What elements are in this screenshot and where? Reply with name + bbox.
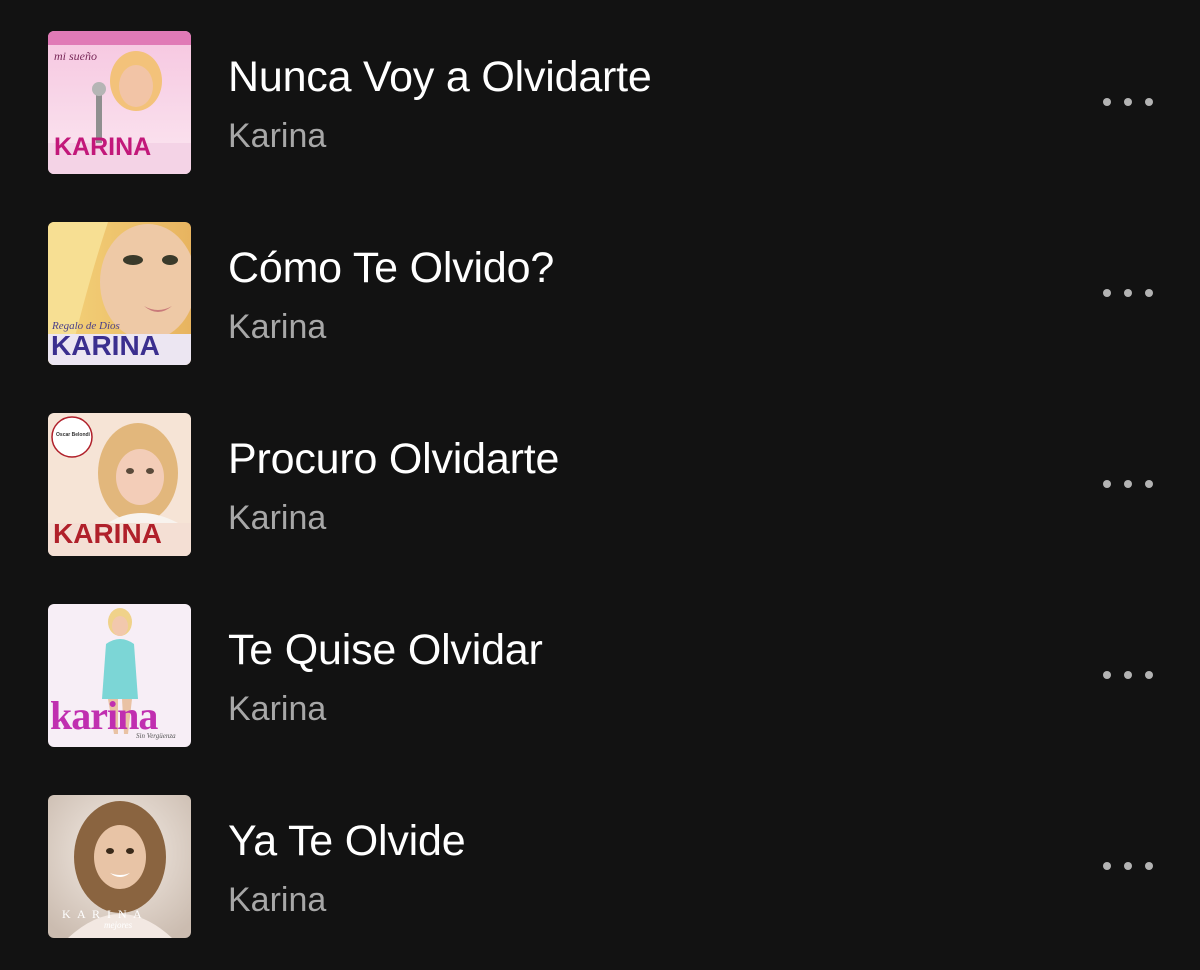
cover-name-text: KARINA	[54, 133, 152, 161]
track-title: Ya Te Olvide	[228, 817, 466, 865]
album-cover: K A R I N A mejores	[48, 795, 191, 938]
track-row[interactable]: Oscar Belondi KARINA Procuro Olvidarte K…	[0, 382, 1200, 573]
track-list: mi sueño KARINA Nunca Voy a Olvidarte Ka…	[0, 0, 1200, 970]
more-options-button[interactable]	[1092, 271, 1164, 315]
album-cover: Oscar Belondi KARINA	[48, 413, 191, 556]
cover-name-text: KARINA	[53, 518, 162, 549]
track-artist[interactable]: Karina	[228, 688, 326, 730]
more-options-button[interactable]	[1092, 653, 1164, 697]
more-horizontal-icon	[1103, 671, 1153, 679]
more-options-button[interactable]	[1092, 844, 1164, 888]
more-horizontal-icon	[1103, 289, 1153, 297]
cover-name-text: KARINA	[51, 330, 160, 361]
more-horizontal-icon	[1103, 480, 1153, 488]
track-row[interactable]: mi sueño KARINA Nunca Voy a Olvidarte Ka…	[0, 0, 1200, 191]
album-cover: mi sueño KARINA	[48, 31, 191, 174]
album-cover: karina Sin Vergüenza	[48, 604, 191, 747]
track-artist[interactable]: Karina	[228, 115, 326, 157]
cover-top-text: mejores	[104, 920, 133, 930]
track-row[interactable]: karina Sin Vergüenza Te Quise Olvidar Ka…	[0, 573, 1200, 764]
more-options-button[interactable]	[1092, 80, 1164, 124]
cover-top-text: Oscar Belondi	[56, 432, 90, 438]
track-artist[interactable]: Karina	[228, 306, 326, 348]
more-horizontal-icon	[1103, 862, 1153, 870]
more-horizontal-icon	[1103, 98, 1153, 106]
track-title: Cómo Te Olvido?	[228, 244, 555, 292]
track-artist[interactable]: Karina	[228, 879, 326, 921]
track-title: Te Quise Olvidar	[228, 626, 543, 674]
track-title: Procuro Olvidarte	[228, 435, 560, 483]
album-cover: Regalo de Dios KARINA	[48, 222, 191, 365]
track-row[interactable]: K A R I N A mejores Ya Te Olvide Karina	[0, 764, 1200, 955]
more-options-button[interactable]	[1092, 462, 1164, 506]
track-row[interactable]: Regalo de Dios KARINA Cómo Te Olvido? Ka…	[0, 191, 1200, 382]
track-title: Nunca Voy a Olvidarte	[228, 53, 652, 101]
track-artist[interactable]: Karina	[228, 497, 326, 539]
cover-top-text: mi sueño	[54, 49, 97, 63]
cover-top-text: Sin Vergüenza	[136, 732, 176, 740]
